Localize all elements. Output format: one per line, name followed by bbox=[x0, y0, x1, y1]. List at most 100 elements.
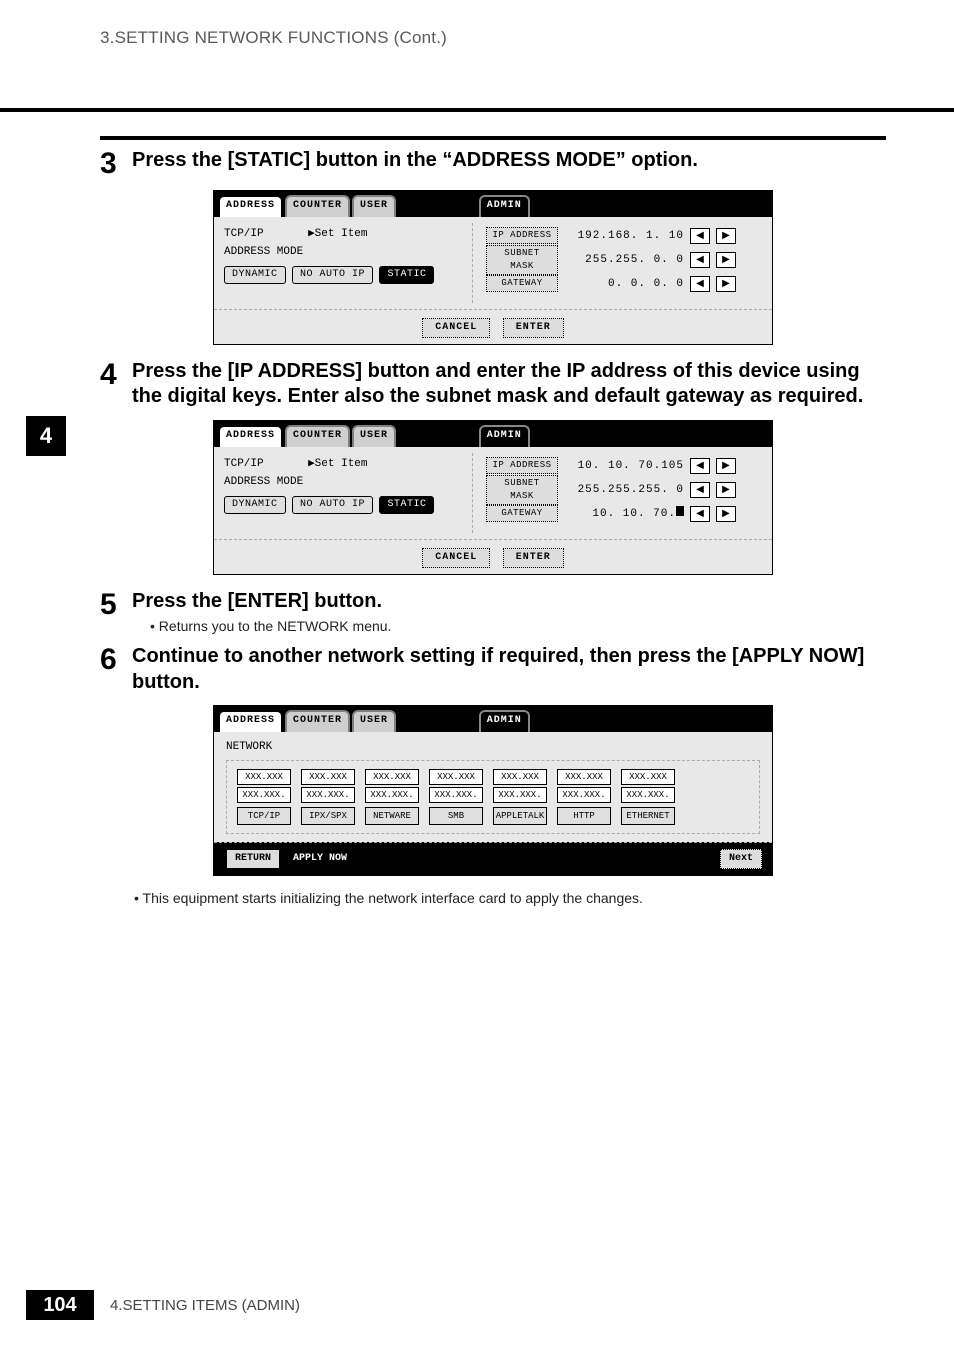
network-card: XXX.XXX XXX.XXX. NETWARE bbox=[365, 769, 419, 825]
net-placeholder: XXX.XXX. bbox=[557, 787, 611, 803]
net-placeholder: XXX.XXX. bbox=[429, 787, 483, 803]
tab-user[interactable]: USER bbox=[352, 425, 396, 447]
network-card: XXX.XXX XXX.XXX. ETHERNET bbox=[621, 769, 675, 825]
enter-button[interactable]: ENTER bbox=[503, 548, 564, 568]
step-bullet: Returns you to the NETWORK menu. bbox=[150, 618, 886, 634]
gateway-value: 0. 0. 0. 0 bbox=[564, 277, 684, 291]
arrow-right-icon[interactable]: ▶ bbox=[716, 252, 736, 268]
net-placeholder: XXX.XXX bbox=[301, 769, 355, 785]
step-number: 6 bbox=[100, 644, 132, 695]
cursor-icon bbox=[676, 506, 684, 516]
cancel-button[interactable]: CANCEL bbox=[422, 318, 490, 338]
tab-counter[interactable]: COUNTER bbox=[285, 425, 350, 447]
arrow-right-icon[interactable]: ▶ bbox=[716, 276, 736, 292]
page-number: 104 bbox=[26, 1290, 94, 1320]
network-card: XXX.XXX XXX.XXX. APPLETALK bbox=[493, 769, 547, 825]
lcd-panel-network: ADDRESS COUNTER USER ADMIN NETWORK XXX.X… bbox=[213, 705, 773, 876]
apply-now-button[interactable]: APPLY NOW bbox=[286, 849, 354, 869]
network-protocol-button[interactable]: APPLETALK bbox=[493, 807, 547, 825]
net-placeholder: XXX.XXX. bbox=[237, 787, 291, 803]
next-button[interactable]: Next bbox=[720, 849, 762, 869]
arrow-right-icon[interactable]: ▶ bbox=[716, 482, 736, 498]
step-3: 3 Press the [STATIC] button in the “ADDR… bbox=[100, 148, 886, 180]
tcpip-label: TCP/IP bbox=[224, 228, 264, 240]
gateway-button[interactable]: GATEWAY bbox=[486, 505, 558, 522]
set-item-label: ▶Set Item bbox=[308, 457, 367, 471]
gateway-button[interactable]: GATEWAY bbox=[486, 275, 558, 292]
set-item-label: ▶Set Item bbox=[308, 227, 367, 241]
tab-user[interactable]: USER bbox=[352, 195, 396, 217]
step-title: Continue to another network setting if r… bbox=[132, 644, 886, 695]
lcd-panel-ip: ADDRESS COUNTER USER ADMIN TCP/IP ▶Set I… bbox=[213, 420, 773, 575]
mode-noautoip[interactable]: NO AUTO IP bbox=[292, 496, 373, 514]
network-protocol-button[interactable]: ETHERNET bbox=[621, 807, 675, 825]
mode-dynamic[interactable]: DYNAMIC bbox=[224, 496, 286, 514]
net-placeholder: XXX.XXX bbox=[557, 769, 611, 785]
net-placeholder: XXX.XXX bbox=[365, 769, 419, 785]
subnet-mask-value: 255.255.255. 0 bbox=[564, 483, 684, 497]
network-protocol-button[interactable]: IPX/SPX bbox=[301, 807, 355, 825]
footer-text: 4.SETTING ITEMS (ADMIN) bbox=[110, 1297, 300, 1314]
tab-counter[interactable]: COUNTER bbox=[285, 710, 350, 732]
step-6: 6 Continue to another network setting if… bbox=[100, 644, 886, 695]
network-card: XXX.XXX XXX.XXX. IPX/SPX bbox=[301, 769, 355, 825]
step-5: 5 Press the [ENTER] button. Returns you … bbox=[100, 589, 886, 639]
network-protocol-button[interactable]: HTTP bbox=[557, 807, 611, 825]
tab-admin[interactable]: ADMIN bbox=[479, 710, 530, 732]
step-title: Press the [ENTER] button. bbox=[132, 589, 886, 615]
arrow-left-icon[interactable]: ◀ bbox=[690, 276, 710, 292]
step-title: Press the [STATIC] button in the “ADDRES… bbox=[132, 148, 886, 174]
arrow-left-icon[interactable]: ◀ bbox=[690, 482, 710, 498]
network-card: XXX.XXX XXX.XXX. TCP/IP bbox=[237, 769, 291, 825]
arrow-left-icon[interactable]: ◀ bbox=[690, 228, 710, 244]
subnet-mask-value: 255.255. 0. 0 bbox=[564, 253, 684, 267]
gateway-value: 10. 10. 70. bbox=[564, 506, 684, 521]
network-protocol-button[interactable]: TCP/IP bbox=[237, 807, 291, 825]
mode-static[interactable]: STATIC bbox=[379, 496, 434, 514]
arrow-right-icon[interactable]: ▶ bbox=[716, 458, 736, 474]
net-placeholder: XXX.XXX. bbox=[301, 787, 355, 803]
tab-address[interactable]: ADDRESS bbox=[218, 425, 283, 447]
arrow-left-icon[interactable]: ◀ bbox=[690, 458, 710, 474]
net-placeholder: XXX.XXX bbox=[621, 769, 675, 785]
step-number: 4 bbox=[100, 359, 132, 410]
net-placeholder: XXX.XXX bbox=[429, 769, 483, 785]
return-button[interactable]: RETURN bbox=[224, 849, 280, 869]
tab-admin[interactable]: ADMIN bbox=[479, 425, 530, 447]
tcpip-label: TCP/IP bbox=[224, 458, 264, 470]
side-chapter-tab: 4 bbox=[26, 416, 66, 456]
mode-dynamic[interactable]: DYNAMIC bbox=[224, 266, 286, 284]
tab-address[interactable]: ADDRESS bbox=[218, 710, 283, 732]
arrow-right-icon[interactable]: ▶ bbox=[716, 228, 736, 244]
subnet-mask-button[interactable]: SUBNET MASK bbox=[486, 245, 558, 275]
net-placeholder: XXX.XXX bbox=[237, 769, 291, 785]
subnet-mask-button[interactable]: SUBNET MASK bbox=[486, 475, 558, 505]
tab-address[interactable]: ADDRESS bbox=[218, 195, 283, 217]
net-placeholder: XXX.XXX. bbox=[493, 787, 547, 803]
net-placeholder: XXX.XXX. bbox=[621, 787, 675, 803]
ip-address-button[interactable]: IP ADDRESS bbox=[486, 457, 558, 474]
arrow-right-icon[interactable]: ▶ bbox=[716, 506, 736, 522]
breadcrumb: 3.SETTING NETWORK FUNCTIONS (Cont.) bbox=[100, 28, 954, 48]
cancel-button[interactable]: CANCEL bbox=[422, 548, 490, 568]
mode-noautoip[interactable]: NO AUTO IP bbox=[292, 266, 373, 284]
lcd-panel-static: ADDRESS COUNTER USER ADMIN TCP/IP ▶Set I… bbox=[213, 190, 773, 345]
step-bullet: This equipment starts initializing the n… bbox=[134, 890, 886, 906]
ip-address-button[interactable]: IP ADDRESS bbox=[486, 227, 558, 244]
tab-user[interactable]: USER bbox=[352, 710, 396, 732]
tab-counter[interactable]: COUNTER bbox=[285, 195, 350, 217]
arrow-left-icon[interactable]: ◀ bbox=[690, 252, 710, 268]
step-number: 5 bbox=[100, 589, 132, 639]
network-protocol-button[interactable]: NETWARE bbox=[365, 807, 419, 825]
network-label: NETWORK bbox=[226, 740, 760, 754]
network-protocol-button[interactable]: SMB bbox=[429, 807, 483, 825]
enter-button[interactable]: ENTER bbox=[503, 318, 564, 338]
network-card: XXX.XXX XXX.XXX. SMB bbox=[429, 769, 483, 825]
net-placeholder: XXX.XXX. bbox=[365, 787, 419, 803]
arrow-left-icon[interactable]: ◀ bbox=[690, 506, 710, 522]
net-placeholder: XXX.XXX bbox=[493, 769, 547, 785]
tab-admin[interactable]: ADMIN bbox=[479, 195, 530, 217]
mode-static[interactable]: STATIC bbox=[379, 266, 434, 284]
step-4: 4 Press the [IP ADDRESS] button and ente… bbox=[100, 359, 886, 410]
network-card: XXX.XXX XXX.XXX. HTTP bbox=[557, 769, 611, 825]
